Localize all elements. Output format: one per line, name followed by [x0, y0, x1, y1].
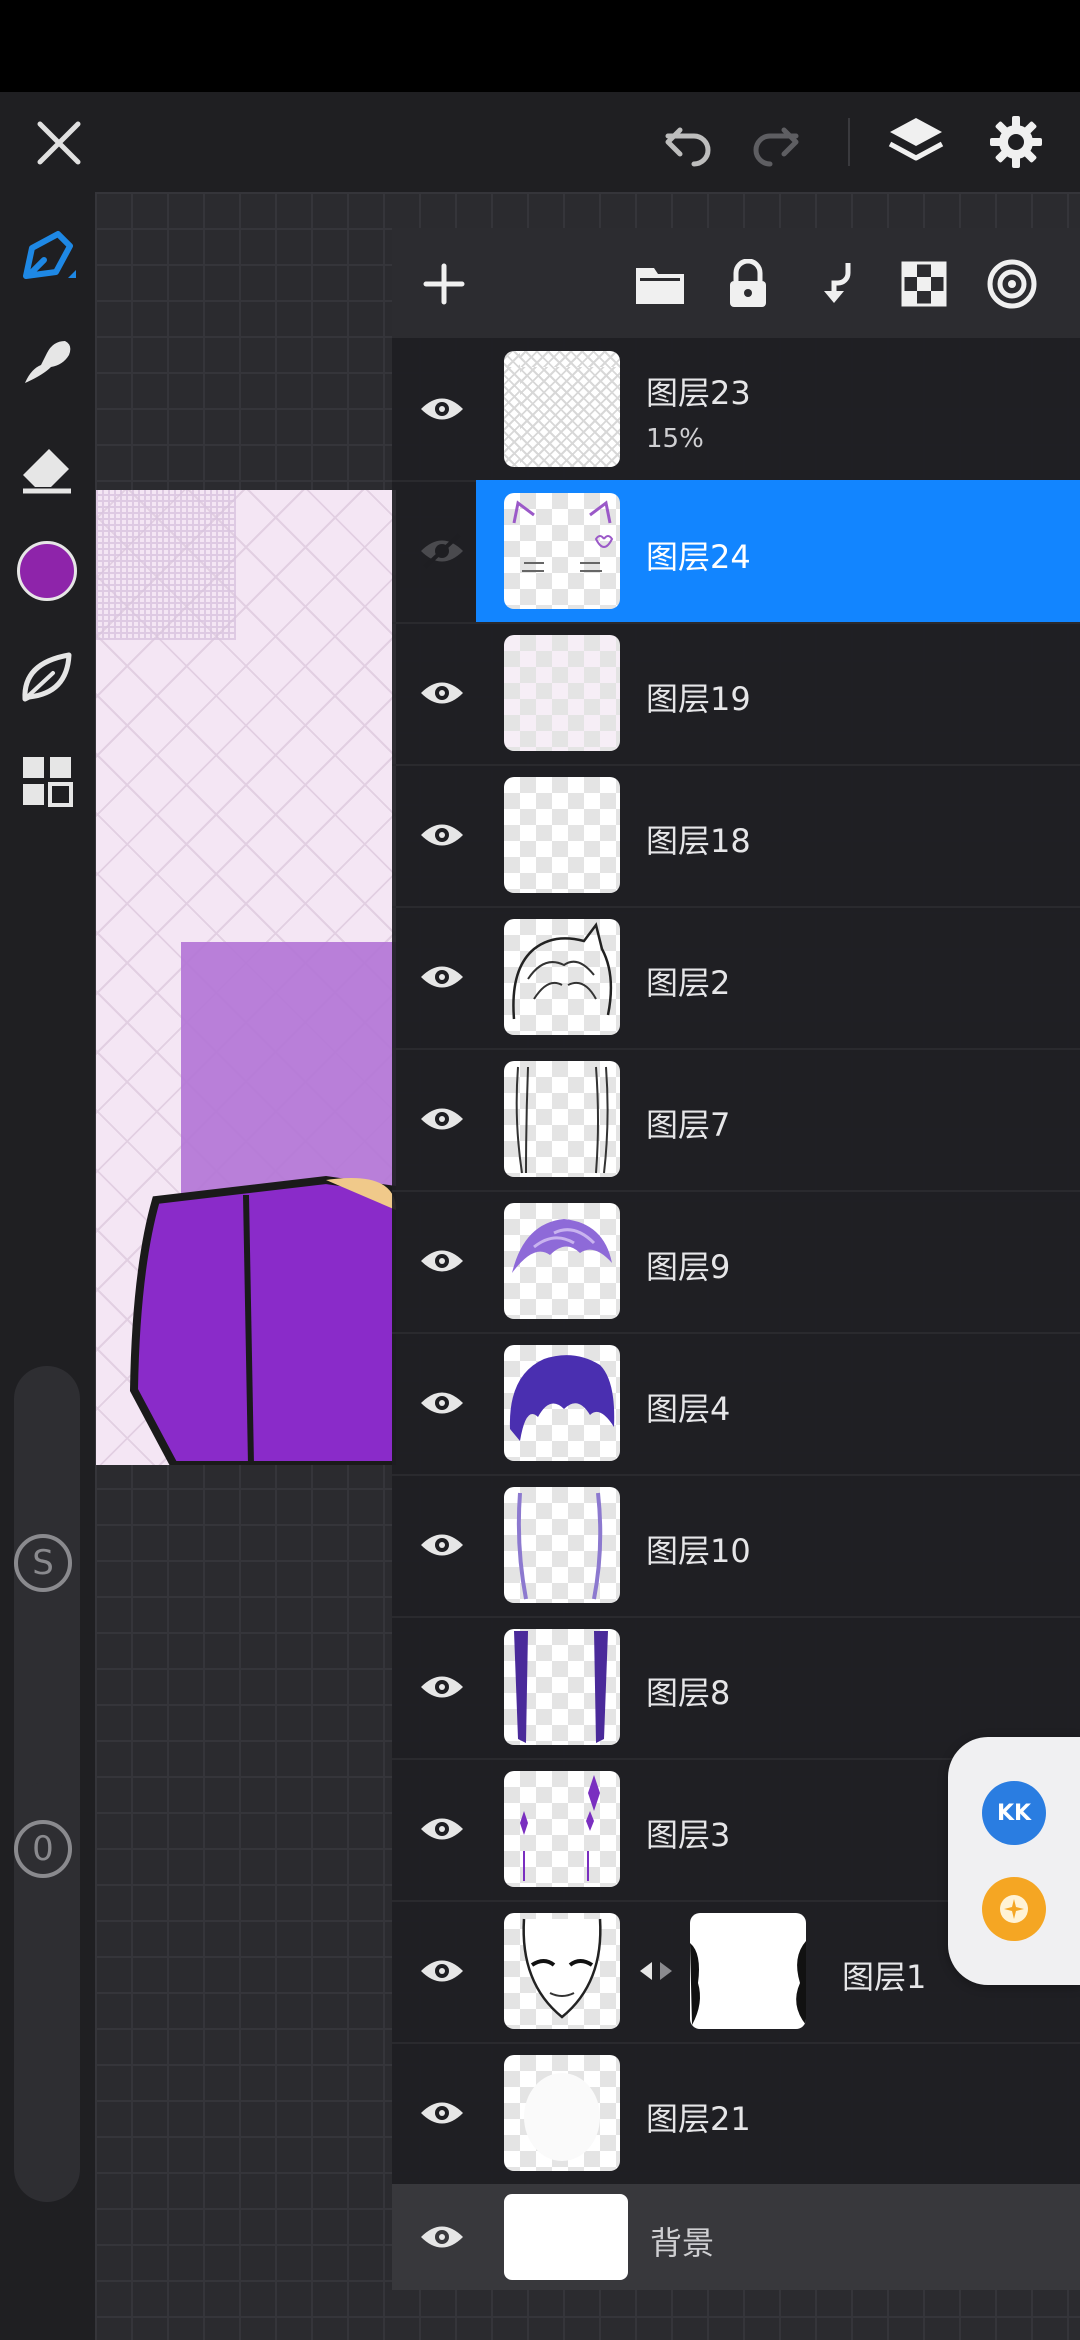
layer-thumbnail — [504, 1771, 620, 1887]
layer-thumbnail — [504, 777, 620, 893]
smudge-icon[interactable] — [14, 328, 80, 394]
gear-icon[interactable] — [986, 112, 1046, 172]
eye-icon[interactable] — [414, 1091, 470, 1147]
layer-thumbnail — [504, 1629, 620, 1745]
assistant-icon[interactable] — [982, 1877, 1046, 1941]
close-icon[interactable] — [32, 116, 86, 170]
eye-icon[interactable] — [414, 2085, 470, 2141]
status-bar — [0, 0, 1080, 92]
layer-row[interactable]: 图层18 — [392, 764, 1080, 908]
kk-icon[interactable]: KK — [982, 1781, 1046, 1845]
eye-icon[interactable] — [414, 807, 470, 863]
layer-name: 图层3 — [646, 1816, 731, 1854]
floating-assistant-panel: KK — [948, 1737, 1080, 1985]
layer-name: 图层1 — [842, 1958, 927, 1996]
layer-thumbnail — [504, 2055, 620, 2171]
eye-icon[interactable] — [414, 2209, 470, 2265]
brush-size-knob[interactable]: S — [14, 1534, 72, 1592]
layer-name: 图层23 — [646, 374, 751, 412]
eye-icon[interactable] — [414, 1233, 470, 1289]
eye-icon[interactable] — [414, 1659, 470, 1715]
layer-thumbnail — [504, 1913, 620, 2029]
layer-row[interactable]: 图层19 — [392, 622, 1080, 766]
artwork-figure — [129, 1175, 396, 1465]
layer-name: 图层19 — [646, 680, 751, 718]
layer-row[interactable]: 图层7 — [392, 1048, 1080, 1192]
layer-row-selected[interactable]: 图层24 — [392, 480, 1080, 624]
layer-name: 图层9 — [646, 1248, 731, 1286]
eye-icon[interactable] — [414, 381, 470, 437]
layer-row[interactable]: 图层23 15% — [392, 338, 1080, 482]
layer-name: 图层8 — [646, 1674, 731, 1712]
layer-opacity: 15% — [646, 424, 704, 454]
layer-row[interactable]: 图层9 — [392, 1190, 1080, 1334]
pen-icon[interactable] — [14, 224, 80, 290]
layer-thumbnail — [504, 1061, 620, 1177]
tool-sidebar: S 0 — [0, 192, 95, 2340]
merge-down-icon[interactable] — [808, 256, 864, 312]
layers-toolbar — [392, 228, 1080, 338]
layer-row[interactable]: 图层21 — [392, 2042, 1080, 2186]
layer-thumbnail — [504, 1487, 620, 1603]
layer-thumbnail — [504, 919, 620, 1035]
background-layer-row[interactable]: 背景 — [392, 2184, 1080, 2290]
add-layer-icon[interactable] — [416, 256, 472, 312]
eye-icon[interactable] — [414, 1375, 470, 1431]
layer-mask-thumbnail[interactable] — [690, 1913, 806, 2029]
layer-thumbnail — [504, 1203, 620, 1319]
background-thumbnail[interactable] — [504, 2194, 628, 2280]
lock-icon[interactable] — [720, 256, 776, 312]
undo-icon[interactable] — [660, 116, 716, 172]
eye-icon[interactable] — [414, 949, 470, 1005]
eye-icon[interactable] — [414, 665, 470, 721]
layer-name: 图层10 — [646, 1532, 751, 1570]
grid-icon[interactable] — [14, 748, 80, 814]
eye-hidden-icon[interactable] — [414, 523, 470, 579]
artwork — [96, 490, 396, 1465]
top-toolbar — [0, 92, 1080, 192]
layer-name: 图层2 — [646, 964, 731, 1002]
toolbar-divider — [848, 118, 850, 166]
background-layer-name: 背景 — [650, 2224, 715, 2262]
layer-name: 图层4 — [646, 1390, 731, 1428]
redo-icon[interactable] — [748, 116, 804, 172]
eye-icon[interactable] — [414, 1943, 470, 1999]
folder-icon[interactable] — [632, 256, 688, 312]
target-icon[interactable] — [984, 256, 1040, 312]
color-swatch[interactable] — [14, 538, 80, 604]
brush-opacity-knob[interactable]: 0 — [14, 1820, 72, 1878]
eye-icon[interactable] — [414, 1517, 470, 1573]
layer-row[interactable]: 图层2 — [392, 906, 1080, 1050]
layers-icon[interactable] — [886, 112, 946, 172]
layer-name: 图层24 — [646, 538, 751, 576]
leaf-icon[interactable] — [14, 644, 80, 710]
checkerboard-icon[interactable] — [896, 256, 952, 312]
layer-row[interactable]: 图层4 — [392, 1332, 1080, 1476]
mask-link-icon[interactable] — [636, 1956, 676, 1986]
eraser-icon[interactable] — [14, 434, 80, 500]
layer-thumbnail — [504, 635, 620, 751]
layer-thumbnail — [504, 493, 620, 609]
eye-icon[interactable] — [414, 1801, 470, 1857]
layer-thumbnail — [504, 351, 620, 467]
layer-row[interactable]: 图层10 — [392, 1474, 1080, 1618]
layer-thumbnail — [504, 1345, 620, 1461]
layer-name: 图层7 — [646, 1106, 731, 1144]
layer-name: 图层21 — [646, 2100, 751, 2138]
layer-name: 图层18 — [646, 822, 751, 860]
